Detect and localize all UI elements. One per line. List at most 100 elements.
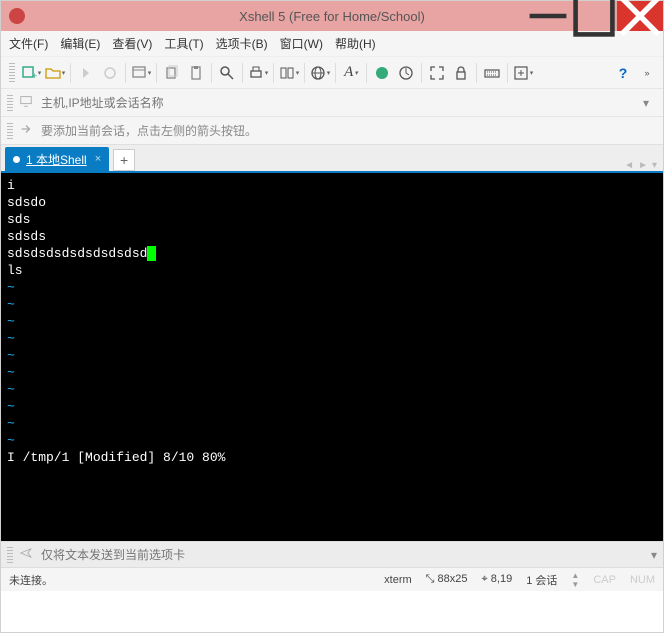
status-bar: 未连接。 xterm ⤡ 88x25 ⌖ 8,19 1 会话 ▲▼ CAP NU…	[1, 567, 663, 591]
tab-active[interactable]: 1 本地Shell ×	[5, 147, 109, 171]
add-tab-button[interactable]: +	[113, 149, 135, 171]
tab-label: 1 本地Shell	[26, 151, 87, 168]
minimize-button[interactable]	[525, 1, 571, 31]
status-connection: 未连接。	[9, 572, 53, 588]
app-icon	[9, 8, 25, 24]
separator	[70, 63, 71, 83]
terminal-line: sdsdo	[7, 194, 657, 211]
open-folder-button[interactable]: ▾	[44, 62, 66, 84]
status-term: xterm	[384, 574, 412, 586]
tab-next-icon[interactable]: ►	[638, 160, 648, 171]
add-tool-button[interactable]: ▾	[512, 62, 534, 84]
terminal-line: sdsds	[7, 228, 657, 245]
menu-window[interactable]: 窗口(W)	[280, 35, 323, 52]
keyboard-button[interactable]	[481, 62, 503, 84]
title-bar: Xshell 5 (Free for Home/School)	[1, 1, 663, 31]
window-title: Xshell 5 (Free for Home/School)	[239, 9, 425, 24]
status-sessions: 1 会话	[526, 572, 557, 588]
menu-tools[interactable]: 工具(T)	[164, 35, 203, 52]
new-session-button[interactable]: +▾	[20, 62, 42, 84]
separator	[476, 63, 477, 83]
cursor-pos-icon: ⌖	[482, 573, 488, 585]
send-icon[interactable]	[19, 546, 35, 563]
grip-icon	[7, 547, 13, 563]
help-icon[interactable]: ?	[612, 62, 634, 84]
terminal-tilde: ~	[7, 330, 657, 347]
send-bar: ▾	[1, 541, 663, 567]
address-dropdown-icon[interactable]: ▾	[643, 96, 657, 110]
host-icon	[19, 94, 35, 111]
disconnect-button[interactable]	[99, 62, 121, 84]
fullscreen-button[interactable]	[426, 62, 448, 84]
terminal-line: ls	[7, 262, 657, 279]
terminal-status-line: I /tmp/1 [Modified] 8/10 80%	[7, 449, 657, 466]
send-dropdown-icon[interactable]: ▾	[651, 548, 657, 562]
menu-view[interactable]: 查看(V)	[112, 35, 152, 52]
paste-button[interactable]	[185, 62, 207, 84]
terminal-tilde: ~	[7, 415, 657, 432]
separator	[304, 63, 305, 83]
color-scheme-button[interactable]	[371, 62, 393, 84]
send-input[interactable]	[41, 548, 651, 562]
terminal-tilde: ~	[7, 398, 657, 415]
status-pos: ⌖ 8,19	[482, 573, 513, 586]
properties-button[interactable]: ▾	[130, 62, 152, 84]
tab-prev-icon[interactable]: ◄	[624, 160, 634, 171]
separator	[366, 63, 367, 83]
lock-button[interactable]	[450, 62, 472, 84]
svg-text:+: +	[32, 71, 37, 81]
arrow-icon[interactable]	[19, 122, 35, 139]
terminal-tilde: ~	[7, 364, 657, 381]
print-button[interactable]: ▾	[247, 62, 269, 84]
grip-icon	[9, 63, 15, 83]
hint-text: 要添加当前会话，点击左侧的箭头按钮。	[41, 122, 257, 139]
resize-icon: ⤡	[426, 573, 435, 585]
transfer-button[interactable]: ▾	[278, 62, 300, 84]
maximize-button[interactable]	[571, 1, 617, 31]
separator	[421, 63, 422, 83]
tab-nav: ◄ ► ▾	[624, 160, 657, 171]
separator	[125, 63, 126, 83]
highlight-button[interactable]	[395, 62, 417, 84]
terminal-line: i	[7, 177, 657, 194]
menu-options[interactable]: 选项卡(B)	[216, 35, 268, 52]
window-controls	[525, 1, 663, 31]
tab-strip: 1 本地Shell × + ◄ ► ▾	[1, 145, 663, 173]
grip-icon	[7, 95, 13, 111]
address-bar: ▾	[1, 89, 663, 117]
separator	[211, 63, 212, 83]
terminal-tilde: ~	[7, 347, 657, 364]
terminal-tilde: ~	[7, 381, 657, 398]
separator	[335, 63, 336, 83]
globe-button[interactable]: ▾	[309, 62, 331, 84]
tab-menu-icon[interactable]: ▾	[652, 160, 657, 171]
terminal-tilde: ~	[7, 279, 657, 296]
status-size: ⤡ 88x25	[426, 573, 468, 586]
toolbar-overflow-icon[interactable]: »	[636, 62, 658, 84]
separator	[156, 63, 157, 83]
menu-file[interactable]: 文件(F)	[9, 35, 48, 52]
font-button[interactable]: A▾	[340, 62, 362, 84]
status-cap: CAP	[593, 574, 616, 586]
find-button[interactable]	[216, 62, 238, 84]
terminal[interactable]: isdsdosdssdsdssdsdsdsdsdsdsdsdsdls~~~~~~…	[1, 173, 663, 541]
separator	[507, 63, 508, 83]
terminal-tilde: ~	[7, 296, 657, 313]
copy-button[interactable]	[161, 62, 183, 84]
cursor	[147, 246, 156, 261]
tab-close-icon[interactable]: ×	[95, 153, 101, 165]
status-dot-icon	[13, 156, 20, 163]
toolbar: +▾ ▾ ▾ ▾ ▾ ▾ A▾ ▾ ? »	[1, 57, 663, 89]
separator	[273, 63, 274, 83]
status-sessions-nav[interactable]: ▲▼	[571, 571, 579, 589]
reconnect-button[interactable]	[75, 62, 97, 84]
terminal-line: sdsdsdsdsdsdsdsdsd	[7, 245, 657, 262]
separator	[242, 63, 243, 83]
terminal-tilde: ~	[7, 313, 657, 330]
menu-help[interactable]: 帮助(H)	[335, 35, 376, 52]
terminal-line: sds	[7, 211, 657, 228]
close-button[interactable]	[617, 1, 663, 31]
address-input[interactable]	[41, 96, 643, 110]
menu-edit[interactable]: 编辑(E)	[60, 35, 100, 52]
grip-icon	[7, 123, 13, 139]
